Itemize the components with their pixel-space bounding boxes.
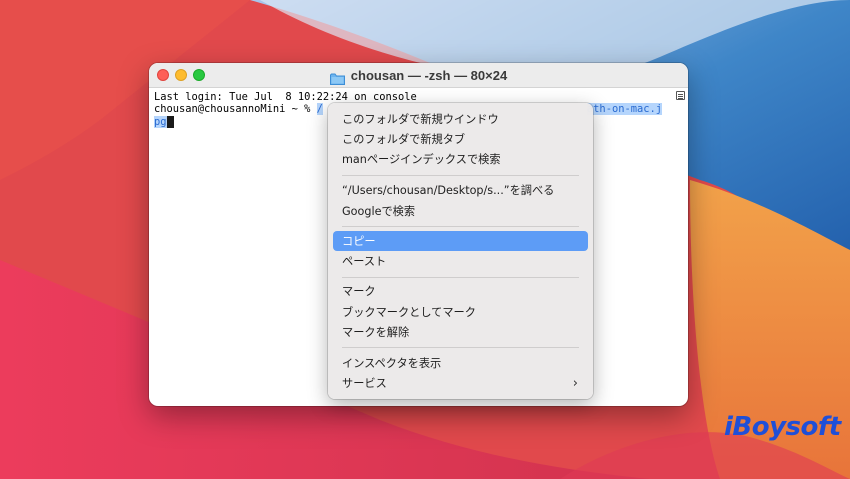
menu-item-label: マークを解除 [342,326,410,339]
chevron-right-icon: › [572,376,578,391]
text-cursor [166,115,174,128]
menu-item-label: コピー [342,235,376,248]
menu-item-label: このフォルダで新規タブ [342,133,466,146]
menu-item-paste[interactable]: ペースト [333,251,588,271]
menu-item-label: インスペクタを表示 [342,357,442,370]
menu-item-mark-as-bookmark[interactable]: ブックマークとしてマーク [333,302,588,322]
menu-item-label: マーク [342,285,376,298]
menu-item-label: サービス [342,377,387,390]
last-login-line: Last login: Tue Jul 8 10:22:24 on consol… [154,91,417,103]
menu-item-unmark[interactable]: マークを解除 [333,322,588,342]
selected-path-head: / [316,103,323,116]
menu-separator [342,175,579,176]
menu-item-label: このフォルダで新規ウインドウ [342,113,499,126]
menu-separator [342,277,579,278]
context-menu[interactable]: このフォルダで新規ウインドウ このフォルダで新規タブ manページインデックスで… [328,103,593,399]
selected-path-tail: ath-on-mac.j [586,103,662,116]
menu-item-services[interactable]: サービス › [333,373,588,393]
selected-path-end: pg [154,115,167,128]
menu-item-label: Googleで検索 [342,205,416,218]
menu-item-label: manページインデックスで検索 [342,153,501,166]
menu-separator [342,226,579,227]
menu-item-label: ブックマークとしてマーク [342,306,476,319]
folder-icon [329,70,345,85]
menu-item-copy[interactable]: コピー [333,231,588,251]
menu-item-look-up[interactable]: “/Users/chousan/Desktop/s...”を調べる [333,180,588,200]
menu-item-search-google[interactable]: Googleで検索 [333,201,588,221]
menu-item-show-inspector[interactable]: インスペクタを表示 [333,353,588,373]
prompt-text: chousan@chousannoMini ~ % [154,103,317,116]
menu-item-label: ペースト [342,255,387,268]
menu-item-mark[interactable]: マーク [333,281,588,301]
scroll-indicator-icon[interactable] [676,91,685,100]
title-bar[interactable]: chousan — -zsh — 80×24 [149,63,688,88]
menu-item-new-tab-here[interactable]: このフォルダで新規タブ [333,129,588,149]
menu-item-search-man-index[interactable]: manページインデックスで検索 [333,149,588,169]
brand-logo: iBoysoft [724,412,841,442]
menu-item-label: “/Users/chousan/Desktop/s...”を調べる [342,184,555,197]
window-title: chousan — -zsh — 80×24 [350,68,508,83]
menu-separator [342,347,579,348]
menu-item-new-window-here[interactable]: このフォルダで新規ウインドウ [333,109,588,129]
